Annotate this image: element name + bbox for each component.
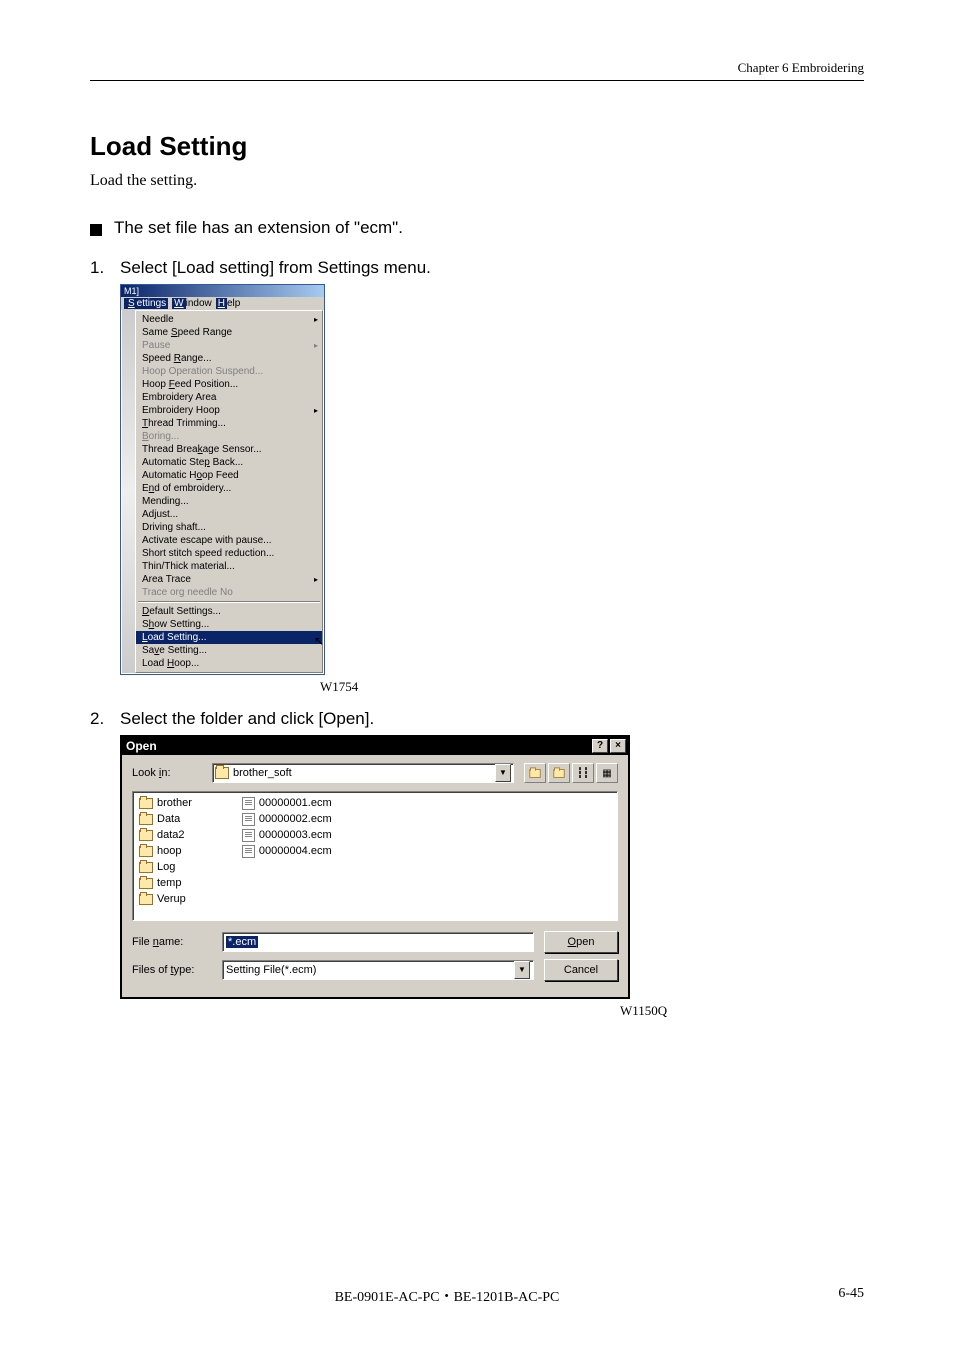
filetype-combo[interactable]: Setting File(*.ecm) ▼ [222, 960, 534, 980]
filetype-label: Files of type: [132, 964, 212, 976]
folder-icon [215, 767, 229, 779]
step-number: 2. [90, 709, 120, 729]
lookin-value: brother_soft [233, 767, 495, 779]
step-text: Select the folder and click [Open]. [120, 709, 374, 729]
menu-item-boring: Boring... [136, 430, 322, 443]
menu-item-load-hoop[interactable]: Load Hoop... [136, 657, 322, 670]
menu-item-show-setting[interactable]: Show Setting... [136, 618, 322, 631]
filename-label: File name: [132, 936, 212, 948]
figure-label: W1754 [320, 679, 864, 695]
details-view-icon[interactable]: ▦ [596, 763, 618, 783]
menu-item-short-stitch[interactable]: Short stitch speed reduction... [136, 547, 322, 560]
list-item[interactable]: hoop [139, 844, 192, 859]
section-title: Load Setting [90, 131, 864, 162]
list-item[interactable]: 00000001.ecm [242, 796, 332, 811]
chapter-header: Chapter 6 Embroidering [90, 60, 864, 81]
menu-item-save-setting[interactable]: Save Setting... [136, 644, 322, 657]
menu-left-strip [122, 309, 135, 673]
menubar-window[interactable]: Window [172, 298, 212, 309]
menu-item-hoop-op-suspend: Hoop Operation Suspend... [136, 365, 322, 378]
footer-page-number: 6-45 [804, 1286, 864, 1306]
menu-item-same-speed[interactable]: Same Speed Range [136, 326, 322, 339]
step-number: 1. [90, 258, 120, 278]
file-column: 00000001.ecm 00000002.ecm 00000003.ecm 0… [242, 796, 332, 916]
figure-label: W1150Q [620, 1003, 864, 1019]
menubar-help[interactable]: Help [216, 298, 241, 309]
menu-item-speed-range[interactable]: Speed Range... [136, 352, 322, 365]
folder-icon [139, 894, 153, 905]
settings-menu-screenshot: M1] Settings Window Help Needle Same Spe… [120, 284, 325, 675]
cancel-button[interactable]: Cancel [544, 959, 618, 981]
menu-separator [138, 601, 320, 603]
menu-item-trace-org: Trace org needle No [136, 586, 322, 599]
folder-icon [139, 798, 153, 809]
lookin-combo[interactable]: brother_soft ▼ [212, 763, 514, 783]
lookin-label: Look in: [132, 767, 202, 779]
cursor-icon: ↖ [314, 634, 324, 648]
menu-item-activate-escape[interactable]: Activate escape with pause... [136, 534, 322, 547]
folder-column: brother Data data2 hoop Log temp Verup [139, 796, 192, 916]
page-footer: BE-0901E-AC-PC・BE-1201B-AC-PC 6-45 [90, 1286, 864, 1306]
file-icon [242, 797, 255, 810]
menu-item-thin-thick[interactable]: Thin/Thick material... [136, 560, 322, 573]
menu-item-area-trace[interactable]: Area Trace [136, 573, 322, 586]
file-list-area[interactable]: brother Data data2 hoop Log temp Verup 0… [132, 791, 618, 921]
window-titlebar: M1] [121, 285, 324, 297]
menu-item-tb-sensor[interactable]: Thread Breakage Sensor... [136, 443, 322, 456]
menu-item-auto-hoop-feed[interactable]: Automatic Hoop Feed [136, 469, 322, 482]
folder-icon [139, 814, 153, 825]
folder-icon [139, 830, 153, 841]
menu-item-hoop-feed-pos[interactable]: Hoop Feed Position... [136, 378, 322, 391]
footer-center-text: BE-0901E-AC-PC・BE-1201B-AC-PC [90, 1286, 804, 1306]
file-icon [242, 813, 255, 826]
list-item[interactable]: Verup [139, 892, 192, 907]
open-button[interactable]: Open [544, 931, 618, 953]
menu-item-emb-hoop[interactable]: Embroidery Hoop [136, 404, 322, 417]
list-item[interactable]: 00000002.ecm [242, 812, 332, 827]
list-item[interactable]: brother [139, 796, 192, 811]
file-icon [242, 829, 255, 842]
menu-item-auto-step-back[interactable]: Automatic Step Back... [136, 456, 322, 469]
folder-icon [139, 846, 153, 857]
help-button[interactable]: ? [592, 739, 608, 753]
list-item[interactable]: Log [139, 860, 192, 875]
list-item[interactable]: Data [139, 812, 192, 827]
file-icon [242, 845, 255, 858]
menu-item-driving-shaft[interactable]: Driving shaft... [136, 521, 322, 534]
list-item[interactable]: data2 [139, 828, 192, 843]
menubar-settings[interactable]: Settings [124, 298, 168, 309]
menu-item-needle[interactable]: Needle [136, 313, 322, 326]
menu-item-load-setting[interactable]: Load Setting... [136, 631, 322, 644]
menu-item-adjust[interactable]: Adjust... [136, 508, 322, 521]
menu-dropdown: Needle Same Speed Range Pause Speed Rang… [135, 310, 323, 673]
bullet-square-icon [90, 224, 102, 236]
menu-item-emb-area[interactable]: Embroidery Area [136, 391, 322, 404]
dialog-titlebar: Open ? × [122, 737, 628, 755]
menu-item-thread-trim[interactable]: Thread Trimming... [136, 417, 322, 430]
step-text: Select [Load setting] from Settings menu… [120, 258, 431, 278]
menu-item-mending[interactable]: Mending... [136, 495, 322, 508]
bullet-text: The set file has an extension of "ecm". [114, 218, 403, 238]
open-dialog: Open ? × Look in: brother_soft ▼ [120, 735, 630, 999]
menu-item-default-settings[interactable]: Default Settings... [136, 605, 322, 618]
menu-item-pause: Pause [136, 339, 322, 352]
list-item[interactable]: 00000004.ecm [242, 844, 332, 859]
list-item[interactable]: temp [139, 876, 192, 891]
menubar: Settings Window Help [121, 297, 324, 310]
menu-item-end-emb[interactable]: End of embroidery... [136, 482, 322, 495]
new-folder-icon[interactable] [548, 763, 570, 783]
dropdown-button[interactable]: ▼ [514, 961, 530, 979]
folder-icon [139, 878, 153, 889]
list-item[interactable]: 00000003.ecm [242, 828, 332, 843]
filename-input[interactable]: *.ecm [222, 932, 534, 952]
list-view-icon[interactable]: ┇┇ [572, 763, 594, 783]
close-button[interactable]: × [610, 739, 626, 753]
up-one-level-icon[interactable] [524, 763, 546, 783]
section-description: Load the setting. [90, 172, 864, 190]
dropdown-button[interactable]: ▼ [495, 764, 511, 782]
dialog-title: Open [126, 739, 157, 753]
folder-icon [139, 862, 153, 873]
